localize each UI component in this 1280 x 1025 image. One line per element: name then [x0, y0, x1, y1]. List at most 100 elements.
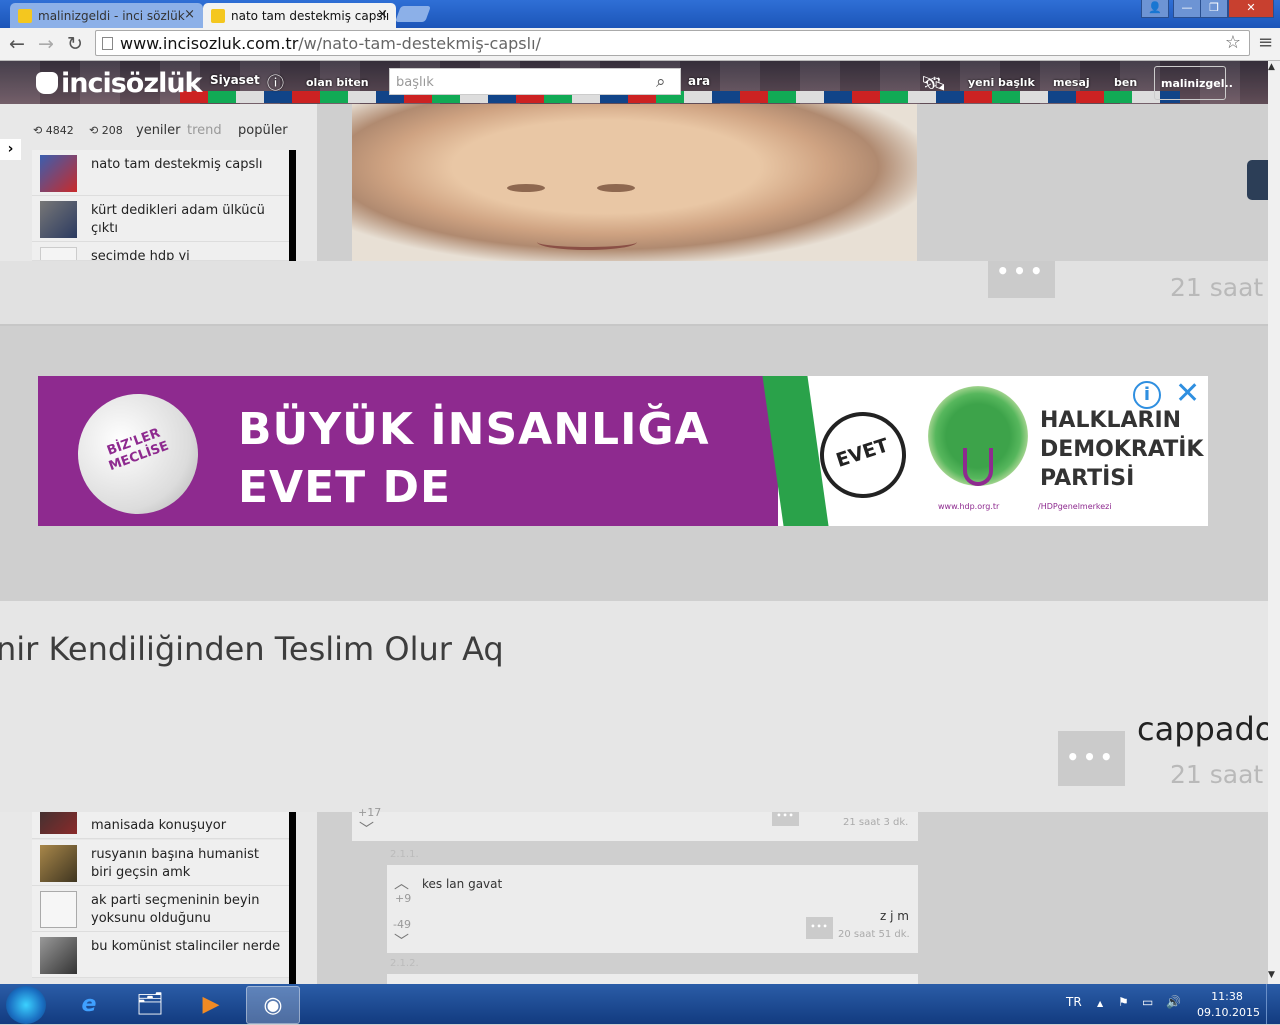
tab-trend[interactable]: trend — [187, 123, 222, 138]
info-icon[interactable]: ⓘ — [267, 69, 284, 94]
more-options-button[interactable]: ••• — [806, 917, 833, 939]
close-window-button[interactable]: ✕ — [1228, 0, 1274, 18]
volume-icon[interactable]: 🔊 — [1166, 995, 1181, 1009]
downvote-icon[interactable]: ﹀ — [359, 818, 374, 839]
show-desktop-button[interactable] — [1266, 984, 1280, 1024]
ad-headline-2: EVET DE — [238, 462, 452, 513]
network-icon[interactable]: ▭ — [1142, 995, 1153, 1009]
count-a: ⟲ 4842 — [33, 124, 74, 137]
list-item[interactable]: nato tam destekmiş capslı — [32, 150, 289, 196]
topic-label: nato tam destekmiş capslı — [91, 157, 263, 172]
nav-siyaset[interactable]: Siyaset — [210, 73, 260, 87]
tab-malinizgeldi[interactable]: malinizgeldi - inci sözlük × — [10, 3, 203, 28]
tab-close-icon[interactable]: × — [377, 7, 388, 22]
advertisement-banner[interactable]: BİZ'LER MECLİSE BÜYÜK İNSANLIĞA EVET DE … — [38, 376, 1208, 526]
list-item[interactable]: bu komünist stalinciler nerde — [32, 932, 289, 978]
sidebar-scrollbar[interactable] — [289, 150, 296, 261]
ad-party-name: HALKLARIN DEMOKRATİK PARTİSİ — [1040, 408, 1204, 491]
clock-date: 09.10.2015 — [1197, 1006, 1260, 1019]
media-player-icon[interactable]: ▶ — [184, 986, 238, 1024]
photo-mouth — [537, 234, 637, 250]
ad-info-icon[interactable]: i — [1133, 381, 1161, 409]
chrome-icon[interactable]: ◉ — [246, 986, 300, 1024]
topic-label: bu komünist stalinciler nerde — [91, 939, 281, 954]
entry-photo — [352, 104, 917, 261]
search-input[interactable]: başlık — [389, 68, 681, 95]
page-icon — [102, 37, 113, 50]
scroll-up-icon[interactable]: ▲ — [1268, 62, 1275, 72]
tab-close-icon[interactable]: × — [184, 7, 195, 22]
more-options-button[interactable]: ••• — [988, 261, 1055, 298]
entry-card — [352, 812, 918, 841]
user-menu-button[interactable]: malinizgel.. — [1154, 66, 1233, 100]
new-tab-button[interactable] — [395, 6, 431, 22]
list-item[interactable]: ak parti seçmeninin beyin yoksunu olduğu… — [32, 886, 289, 932]
file-explorer-icon[interactable]: 🗂 — [123, 986, 177, 1024]
more-options-button[interactable]: ••• — [772, 812, 799, 826]
topic-thumbnail — [40, 812, 77, 834]
sidebar-scrollbar[interactable] — [289, 812, 296, 984]
list-item[interactable]: manisada konuşuyor — [32, 812, 289, 839]
expand-sidebar-button[interactable]: › — [0, 139, 21, 160]
internet-explorer-icon[interactable]: e — [62, 986, 116, 1024]
tab-populer[interactable]: popüler — [238, 123, 288, 138]
reload-icon[interactable]: ↻ — [64, 33, 86, 55]
entry-timestamp: 21 saat 1 — [1170, 273, 1280, 302]
count-b-value: 208 — [101, 124, 123, 137]
satellite-icon[interactable]: 🛰 — [921, 71, 946, 95]
tray-expand-icon[interactable]: ▲ — [1097, 999, 1103, 1008]
refresh-icon[interactable]: ⟲ — [33, 124, 42, 137]
entry-index: 2.1.2. — [390, 958, 419, 969]
browser-toolbar: ← → ↻ www.incisozluk.com.tr/w/nato-tam-d… — [0, 28, 1280, 61]
language-indicator[interactable]: TR — [1066, 995, 1082, 1009]
entry-timestamp: 21 saat 3 dk. — [843, 817, 909, 828]
system-clock[interactable]: 11:38 09.10.2015 — [1197, 989, 1260, 1021]
tab-nato-capsli[interactable]: nato tam destekmiş capslı × — [203, 3, 396, 28]
site-favicon-icon — [211, 9, 225, 23]
ad-close-icon[interactable]: ✕ — [1175, 378, 1200, 410]
start-button[interactable] — [6, 986, 46, 1024]
minimize-button[interactable]: — — [1173, 0, 1201, 18]
entry-body-text: kes lan gavat — [422, 877, 503, 891]
list-item[interactable]: rusyanın başına humanist biri geçsin amk — [32, 840, 289, 886]
address-bar[interactable]: www.incisozluk.com.tr/w/nato-tam-destekm… — [95, 30, 1250, 56]
back-arrow-icon[interactable]: ← — [6, 33, 28, 55]
search-button[interactable]: ara — [688, 74, 710, 88]
tab-yeniler[interactable]: yeniler — [136, 123, 181, 138]
search-icon[interactable]: ⌕ — [656, 72, 666, 92]
nav-ben[interactable]: ben — [1114, 76, 1137, 89]
entry-author[interactable]: z j m — [880, 909, 909, 923]
upvote-icon[interactable]: ︿ — [394, 872, 409, 893]
forward-arrow-icon[interactable]: → — [35, 33, 57, 55]
nav-mesaj[interactable]: mesaj — [1053, 76, 1090, 89]
chrome-menu-icon[interactable]: ≡ — [1258, 32, 1273, 53]
nav-yeni-baslik[interactable]: yeni başlık — [968, 76, 1035, 89]
ad-url: www.hdp.org.tr — [938, 502, 1000, 511]
url-path: /w/nato-tam-destekmiş-capslı/ — [298, 34, 541, 53]
tab-label: malinizgeldi - inci sözlük — [38, 9, 185, 23]
post-footer-strip — [0, 261, 1280, 326]
topic-label: rusyanın başına humanist biri geçsin amk — [91, 847, 260, 880]
maximize-button[interactable]: ❐ — [1200, 0, 1228, 18]
topic-label: ak parti seçmeninin beyin yoksunu olduğu… — [91, 893, 260, 926]
nav-olan-biten[interactable]: olan biten — [306, 76, 369, 89]
downvote-icon[interactable]: ﹀ — [394, 930, 409, 951]
entry-author[interactable]: cappadoc — [1137, 710, 1280, 748]
topic-thumbnail — [40, 891, 77, 928]
page-scrollbar[interactable] — [1268, 61, 1280, 984]
refresh-icon[interactable]: ⟲ — [89, 124, 98, 137]
ad-headline-1: BÜYÜK İNSANLIĞA — [238, 404, 710, 455]
list-item[interactable]: kürt dedikleri adam ülkücü çıktı — [32, 196, 289, 242]
topic-thumbnail — [40, 247, 77, 260]
scroll-down-icon[interactable]: ▼ — [1268, 970, 1275, 980]
bookmark-star-icon[interactable]: ☆ — [1225, 32, 1241, 53]
site-logo[interactable]: incisözlük — [36, 68, 203, 99]
topic-thumbnail — [40, 937, 77, 974]
more-options-button[interactable]: ••• — [1058, 731, 1125, 786]
party-hands-icon — [963, 448, 993, 486]
tab-label: nato tam destekmiş capslı — [231, 9, 390, 23]
list-item[interactable]: seçimde hdp yi — [32, 242, 289, 261]
user-profile-icon[interactable]: 👤 — [1141, 0, 1169, 18]
action-center-icon[interactable]: ⚑ — [1118, 995, 1129, 1009]
entry-index: 2.1.1. — [390, 849, 419, 860]
